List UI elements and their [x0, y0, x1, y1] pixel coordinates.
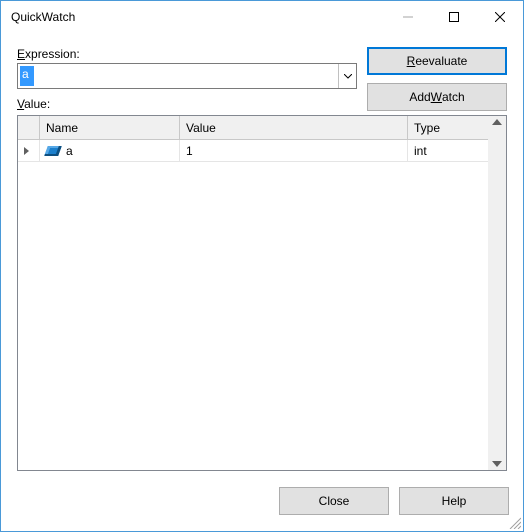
header-value[interactable]: Value — [180, 116, 408, 140]
expression-column: Expression: a Value: — [17, 47, 357, 113]
value-grid: Name Value Type a 1 int — [17, 115, 507, 471]
resize-grip-icon[interactable] — [507, 515, 521, 529]
expression-input[interactable]: a — [18, 64, 338, 88]
expand-icon[interactable] — [24, 147, 29, 155]
header-type[interactable]: Type — [408, 116, 488, 140]
cell-name-text: a — [66, 144, 73, 158]
scroll-up-icon[interactable] — [492, 119, 502, 125]
value-label: Value: — [17, 97, 357, 111]
cell-name[interactable]: a — [40, 140, 180, 161]
window-title: QuickWatch — [11, 10, 385, 24]
grid-body: Name Value Type a 1 int — [18, 116, 488, 470]
scroll-down-icon[interactable] — [492, 461, 502, 467]
titlebar: QuickWatch — [1, 1, 523, 33]
variable-icon — [44, 146, 62, 156]
cell-value[interactable]: 1 — [180, 140, 408, 161]
help-button[interactable]: Help — [399, 487, 509, 515]
top-row: Expression: a Value: Reevaluate Add Watc… — [17, 47, 507, 113]
maximize-button[interactable] — [431, 1, 477, 33]
expression-dropdown-button[interactable] — [338, 64, 356, 88]
table-row[interactable]: a 1 int — [18, 140, 488, 162]
close-button[interactable]: Close — [279, 487, 389, 515]
header-name[interactable]: Name — [40, 116, 180, 140]
expression-combobox[interactable]: a — [17, 63, 357, 89]
dialog-footer: Close Help — [1, 471, 523, 531]
header-gutter — [18, 116, 40, 140]
action-buttons: Reevaluate Add Watch — [367, 47, 507, 111]
add-watch-button[interactable]: Add Watch — [367, 83, 507, 111]
vertical-scrollbar[interactable] — [488, 116, 506, 470]
minimize-button[interactable] — [385, 1, 431, 33]
grid-header: Name Value Type — [18, 116, 488, 140]
cell-type[interactable]: int — [408, 140, 488, 161]
content-area: Expression: a Value: Reevaluate Add Watc… — [1, 33, 523, 471]
row-gutter — [18, 140, 40, 161]
reevaluate-button[interactable]: Reevaluate — [367, 47, 507, 75]
close-window-button[interactable] — [477, 1, 523, 33]
expression-label: Expression: — [17, 47, 357, 61]
